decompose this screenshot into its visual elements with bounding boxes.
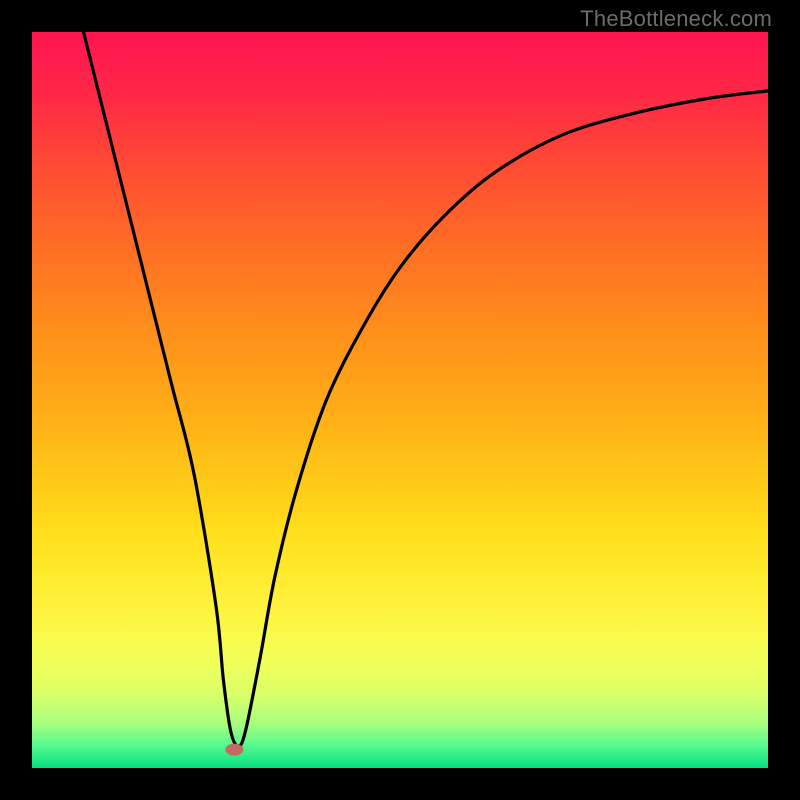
bottleneck-chart	[32, 32, 768, 768]
min-point-marker	[225, 744, 243, 756]
gradient-background	[32, 32, 768, 768]
chart-frame: TheBottleneck.com	[0, 0, 800, 800]
watermark-text: TheBottleneck.com	[580, 6, 772, 32]
plot-area	[32, 32, 768, 768]
